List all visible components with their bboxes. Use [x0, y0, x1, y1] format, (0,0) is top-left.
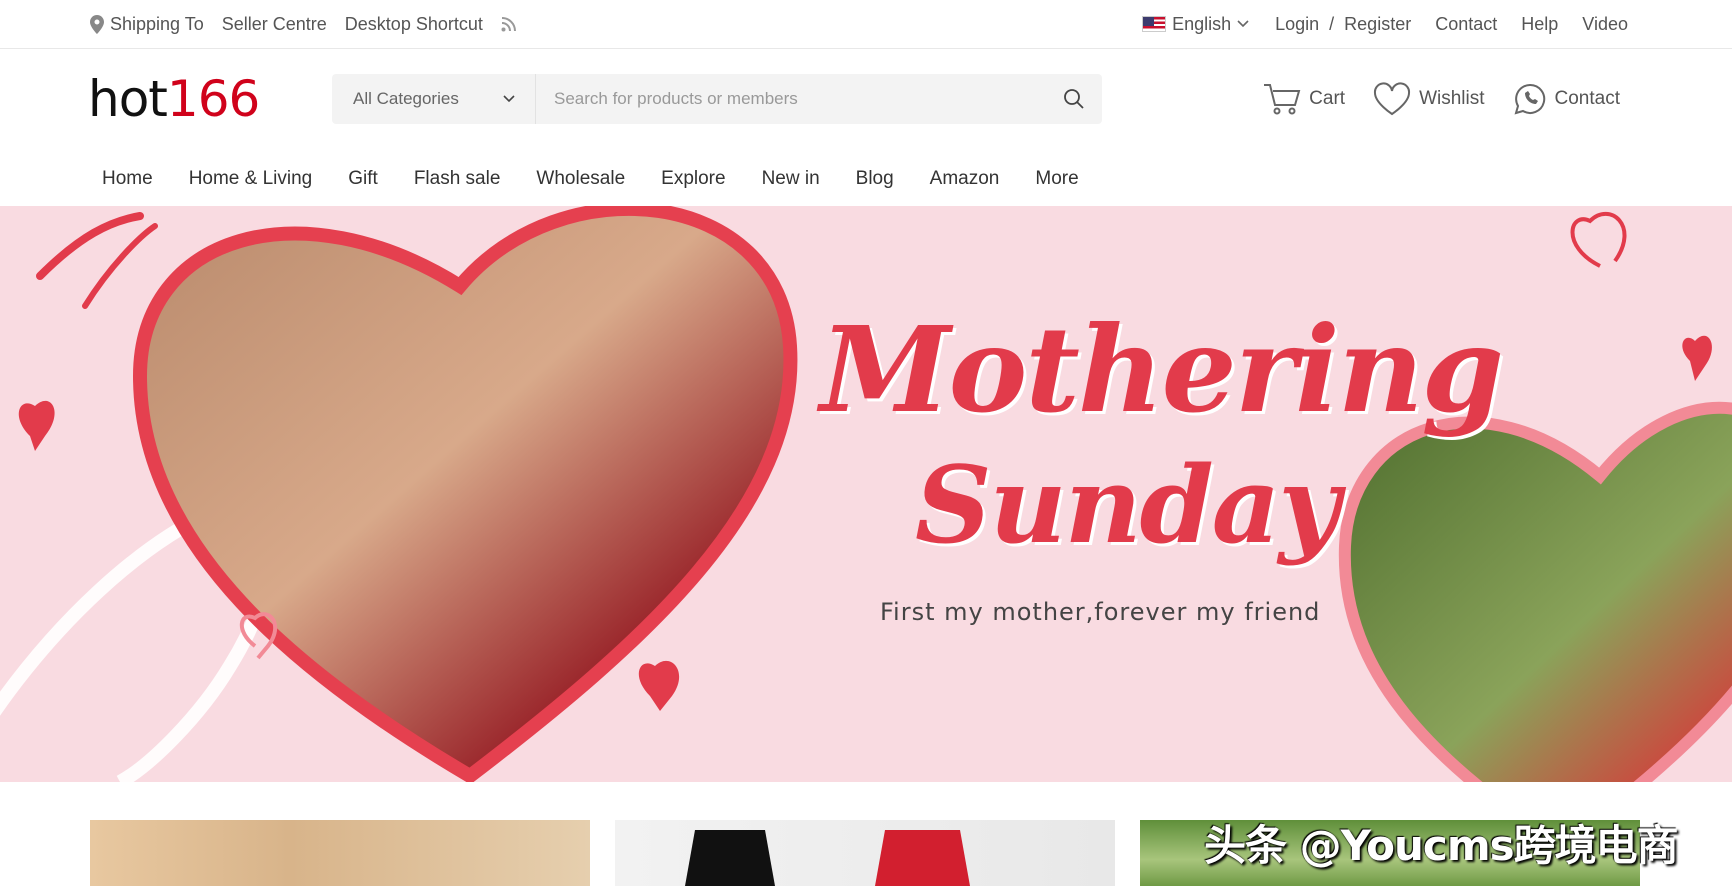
whatsapp-icon — [1514, 83, 1545, 115]
wishlist-label: Wishlist — [1419, 88, 1485, 109]
logo-text-166: 166 — [166, 70, 260, 128]
seller-centre-label: Seller Centre — [221, 13, 327, 34]
nav-item-home[interactable]: Home — [84, 168, 171, 190]
nav-item-flash-sale[interactable]: Flash sale — [396, 168, 519, 190]
top-bar: Shipping To Seller Centre Desktop Shortc… — [0, 0, 1732, 49]
watermark: 头条 @Youcms跨境电商 — [1204, 821, 1679, 870]
shipping-to-label: Shipping To — [110, 13, 204, 34]
desktop-shortcut-label: Desktop Shortcut — [344, 13, 483, 34]
nav-item-new-in[interactable]: New in — [744, 168, 838, 190]
nav-item-gift[interactable]: Gift — [330, 168, 396, 190]
shipping-to-link[interactable]: Shipping To — [90, 14, 204, 35]
wishlist-button[interactable]: Wishlist — [1373, 82, 1485, 116]
cart-button[interactable]: Cart — [1263, 82, 1345, 116]
clothing-image — [685, 830, 970, 886]
login-link[interactable]: Login — [1275, 14, 1319, 35]
hero-banner[interactable]: Mothering Sunday First my mother,forever… — [0, 206, 1732, 782]
register-link[interactable]: Register — [1344, 14, 1411, 35]
us-flag-icon — [1142, 16, 1167, 32]
nav-item-blog[interactable]: Blog — [838, 168, 912, 190]
nav-item-amazon[interactable]: Amazon — [912, 168, 1018, 190]
video-link[interactable]: Video — [1582, 14, 1628, 35]
banner-subtitle: First my mother,forever my friend — [880, 598, 1321, 626]
nav-item-explore[interactable]: Explore — [643, 168, 743, 190]
header-contact-button[interactable]: Contact — [1513, 82, 1620, 116]
header-contact-label: Contact — [1554, 88, 1620, 109]
search-bar: All Categories — [332, 74, 1102, 124]
nav-item-home-living[interactable]: Home & Living — [171, 168, 331, 190]
login-register-separator: / — [1329, 13, 1335, 34]
rss-icon — [501, 16, 516, 31]
nav-item-wholesale[interactable]: Wholesale — [518, 168, 643, 190]
cart-label: Cart — [1309, 88, 1346, 109]
chevron-down-icon — [1237, 20, 1249, 28]
main-nav: Home Home & Living Gift Flash sale Whole… — [84, 152, 1097, 206]
search-button[interactable] — [1046, 74, 1102, 124]
banner-artwork — [0, 206, 1732, 782]
rss-link[interactable] — [501, 16, 516, 32]
cart-icon — [1264, 84, 1301, 115]
product-thumbnail[interactable] — [615, 820, 1115, 886]
contact-link[interactable]: Contact — [1435, 14, 1497, 35]
help-link[interactable]: Help — [1521, 14, 1558, 35]
category-select[interactable]: All Categories — [332, 74, 536, 124]
category-select-label: All Categories — [353, 89, 459, 108]
nav-item-more[interactable]: More — [1017, 168, 1096, 190]
seller-centre-link[interactable]: Seller Centre — [222, 14, 327, 35]
search-input[interactable] — [536, 74, 1046, 124]
product-thumbnail[interactable] — [90, 820, 590, 886]
desktop-shortcut-link[interactable]: Desktop Shortcut — [345, 14, 483, 35]
location-pin-icon — [90, 14, 104, 34]
logo-text-hot: hot — [88, 70, 168, 128]
site-logo[interactable]: hot166 — [88, 70, 260, 128]
heart-icon — [1374, 82, 1411, 116]
header: hot166 All Categories Cart Wishlist Cont… — [0, 49, 1732, 152]
banner-title-line1: Mothering — [820, 300, 1504, 439]
banner-title-line2: Sunday — [915, 442, 1340, 567]
chevron-down-icon — [503, 95, 515, 103]
search-icon — [1064, 89, 1084, 109]
language-selector[interactable]: English — [1142, 14, 1249, 35]
language-label: English — [1172, 13, 1232, 34]
